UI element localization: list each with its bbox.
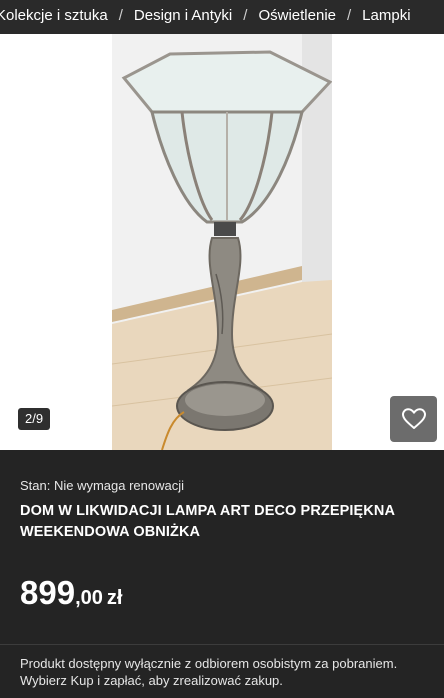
price-main: 899 xyxy=(20,574,76,611)
price-currency: zł xyxy=(106,587,123,609)
breadcrumb: Kolekcje i sztuka / Design i Antyki / Oświet… xyxy=(0,0,444,34)
image-counter: 2/9 xyxy=(18,408,51,430)
breadcrumb-separator: / xyxy=(243,7,248,24)
listing-title: DOM W LIKWIDACJI LAMPA ART DECO PRZEPIĘK… xyxy=(20,503,395,540)
breadcrumb-separator: / xyxy=(347,7,352,24)
divider xyxy=(0,644,444,645)
breadcrumb-item-kolekcje[interactable]: Kolekcje i sztuka xyxy=(0,7,108,24)
breadcrumb-item-lampki[interactable]: Lampki xyxy=(362,7,410,24)
product-photo[interactable] xyxy=(112,34,332,450)
breadcrumb-item-oswietlenie[interactable]: Oświetlenie xyxy=(258,7,336,24)
favorite-button[interactable] xyxy=(390,396,437,442)
heart-icon xyxy=(401,408,426,429)
condition-label: Stan: Nie wymaga renowacji xyxy=(20,478,185,493)
listing-info: Stan: Nie wymaga renowacji DOM W LIKWIDA… xyxy=(0,450,444,698)
image-gallery[interactable]: 2/9 xyxy=(0,34,444,450)
price: 899,00 zł xyxy=(20,574,122,612)
breadcrumb-item-design[interactable]: Design i Antyki xyxy=(134,7,232,24)
lamp-photo-illustration xyxy=(112,34,332,450)
pickup-notice: Produkt dostępny wyłącznie z odbiorem os… xyxy=(20,656,398,688)
price-fraction: ,00 xyxy=(75,587,103,609)
breadcrumb-separator: / xyxy=(118,7,123,24)
